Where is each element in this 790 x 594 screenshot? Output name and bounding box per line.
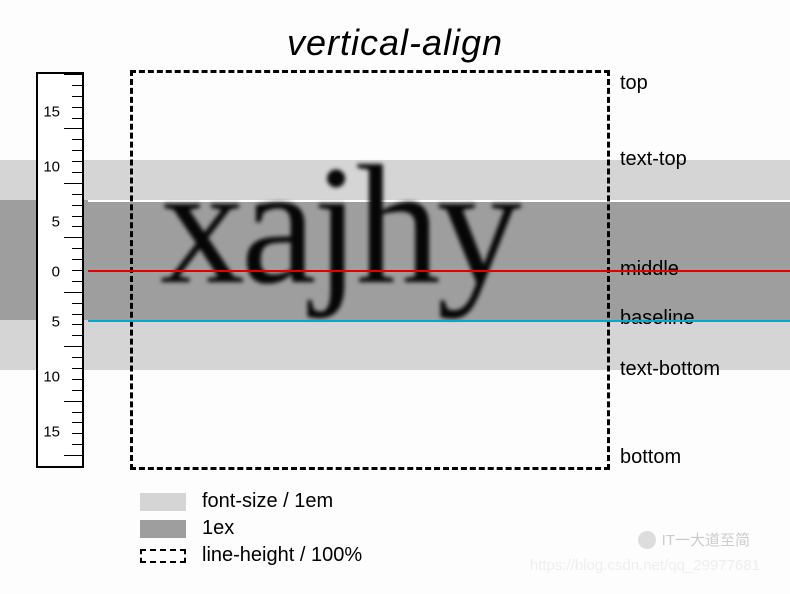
ruler-tick	[72, 335, 82, 336]
ruler-tick	[72, 379, 82, 380]
ruler-label: 5	[52, 314, 60, 331]
ruler-tick	[72, 85, 82, 86]
legend-label: font-size / 1em	[202, 490, 333, 513]
ruler-tick	[72, 314, 82, 315]
ruler-label: 15	[43, 104, 60, 121]
wechat-icon	[638, 531, 656, 549]
ruler-tick	[72, 118, 82, 119]
middle-line	[88, 270, 790, 272]
legend-label: line-height / 100%	[202, 544, 362, 567]
legend-row-1ex: 1ex	[140, 517, 362, 540]
ruler-tick	[72, 259, 82, 260]
swatch-light	[140, 493, 186, 511]
ruler-label: 10	[43, 159, 60, 176]
watermark-text: IT一大道至简	[662, 529, 750, 550]
ruler-tick	[72, 433, 82, 434]
label-baseline: baseline	[620, 307, 695, 330]
ruler-tick	[72, 194, 82, 195]
ruler-tick	[72, 248, 82, 249]
ruler: 15 10 5 0 5 10 15	[36, 72, 84, 468]
ruler-tick	[72, 412, 82, 413]
ruler-tick	[72, 357, 82, 358]
ruler-tick	[72, 368, 82, 369]
swatch-dashed	[140, 549, 186, 563]
watermark-csdn: https://blog.csdn.net/qq_29977681	[530, 557, 760, 574]
ruler-tick	[64, 292, 82, 293]
baseline-line	[88, 320, 790, 322]
label-top: top	[620, 72, 648, 95]
ruler-tick	[72, 161, 82, 162]
ruler-label: 10	[43, 369, 60, 386]
ruler-tick	[64, 401, 82, 402]
swatch-dark	[140, 520, 186, 538]
ruler-tick	[72, 422, 82, 423]
ruler-tick	[72, 205, 82, 206]
label-text-bottom: text-bottom	[620, 358, 720, 381]
diagram-title: vertical-align	[0, 22, 790, 64]
watermark-wechat: IT一大道至简	[638, 529, 750, 550]
ruler-tick	[72, 281, 82, 282]
ruler-tick	[64, 183, 82, 184]
ruler-tick	[72, 466, 82, 467]
diagram-stage: vertical-align xajhy 15 10 5 0 5 10 15 t…	[0, 0, 790, 594]
ruler-tick	[64, 237, 82, 238]
ruler-tick	[72, 324, 82, 325]
legend: font-size / 1em 1ex line-height / 100%	[140, 490, 362, 571]
ruler-tick	[72, 139, 82, 140]
ruler-tick	[64, 455, 82, 456]
ruler-tick	[64, 346, 82, 347]
ruler-label: 5	[52, 214, 60, 231]
ruler-tick	[72, 226, 82, 227]
ruler-tick	[72, 216, 82, 217]
ruler-label: 15	[43, 424, 60, 441]
ruler-tick	[72, 172, 82, 173]
ruler-tick	[72, 270, 82, 271]
ruler-tick	[72, 96, 82, 97]
ruler-label: 0	[52, 264, 60, 281]
ruler-tick	[64, 128, 82, 129]
label-text-top: text-top	[620, 148, 687, 171]
ruler-tick	[72, 303, 82, 304]
ruler-tick	[72, 444, 82, 445]
legend-row-lineheight: line-height / 100%	[140, 544, 362, 567]
ruler-tick	[64, 74, 82, 75]
legend-label: 1ex	[202, 517, 234, 540]
ruler-tick	[72, 150, 82, 151]
ruler-tick	[72, 107, 82, 108]
legend-row-fontsize: font-size / 1em	[140, 490, 362, 513]
ruler-tick	[72, 390, 82, 391]
label-bottom: bottom	[620, 446, 681, 469]
